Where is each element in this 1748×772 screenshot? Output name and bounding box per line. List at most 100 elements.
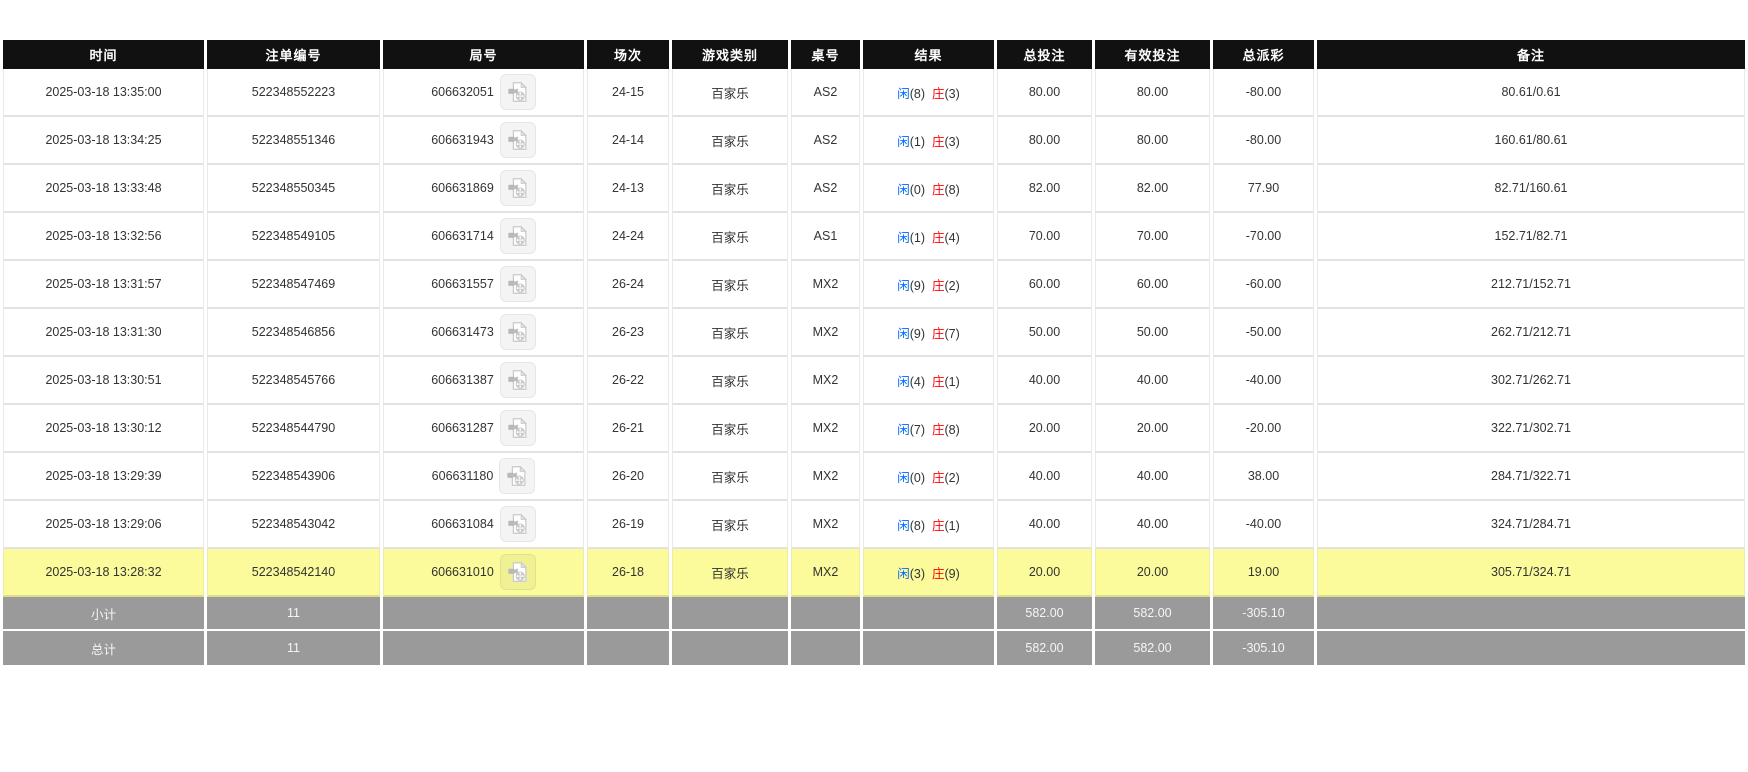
summary-empty-cell (1317, 597, 1745, 631)
cell-remark: 152.71/82.71 (1317, 213, 1745, 261)
video-replay-button[interactable] (499, 218, 536, 254)
table-row[interactable]: 2025-03-18 13:30:12 522348544790 606631287… (3, 405, 1745, 453)
result-player-score: (7) (909, 422, 925, 437)
result-player-label: 闲 (897, 182, 910, 197)
result-player-label: 闲 (897, 278, 910, 293)
video-replay-button[interactable] (499, 506, 536, 542)
result-banker-label: 庄 (932, 374, 945, 389)
result-banker-label: 庄 (932, 470, 945, 485)
cell-session: 26-23 (587, 309, 669, 357)
table-row[interactable]: 2025-03-18 13:29:39 522348543906 606631180… (3, 453, 1745, 501)
cell-result: 闲(1) 庄(3) (863, 117, 994, 165)
cell-valid-bet: 40.00 (1095, 453, 1210, 501)
cell-session: 26-20 (587, 453, 669, 501)
table-row[interactable]: 2025-03-18 13:31:30 522348546856 606631473… (3, 309, 1745, 357)
table-row[interactable]: 2025-03-18 13:30:51 522348545766 606631387… (3, 357, 1745, 405)
column-header-time: 时间 (3, 40, 204, 69)
summary-empty-cell (791, 631, 860, 665)
cell-session: 24-14 (587, 117, 669, 165)
result-player-score: (0) (909, 182, 925, 197)
table-row[interactable]: 2025-03-18 13:32:56 522348549105 606631714… (3, 213, 1745, 261)
video-replay-button[interactable] (499, 362, 536, 398)
cell-remark: 82.71/160.61 (1317, 165, 1745, 213)
video-replay-button[interactable] (499, 554, 536, 590)
table-row[interactable]: 2025-03-18 13:29:06 522348543042 606631084… (3, 501, 1745, 549)
column-header-label: 游戏类别 (701, 48, 758, 63)
summary-empty-cell (672, 597, 788, 631)
column-header-remark: 备注 (1317, 40, 1745, 69)
cell-round-id: 606631557 (383, 261, 584, 309)
cell-result: 闲(0) 庄(2) (863, 453, 994, 501)
table-row[interactable]: 2025-03-18 13:35:00 522348552223 606632051… (3, 69, 1745, 117)
column-header-total-bet: 总投注 (997, 40, 1092, 69)
video-replay-button[interactable] (499, 122, 536, 158)
round-number: 606631557 (431, 277, 494, 291)
video-replay-button[interactable] (499, 410, 536, 446)
table-row[interactable]: 2025-03-18 13:28:32 522348542140 606631010… (3, 549, 1745, 597)
cell-bet-id: 522348545766 (207, 357, 380, 405)
round-number: 606631869 (431, 181, 494, 195)
result-banker-score: (8) (944, 422, 960, 437)
round-number: 606631943 (431, 133, 494, 147)
result-banker-score: (7) (944, 326, 960, 341)
cell-round-id: 606631010 (383, 549, 584, 597)
cell-session: 26-24 (587, 261, 669, 309)
column-header-valid-bet: 有效投注 (1095, 40, 1210, 69)
result-banker-score: (2) (944, 470, 960, 485)
round-id-wrap: 606632051 (384, 74, 583, 110)
summary-total-bet: 582.00 (997, 597, 1092, 631)
video-replay-icon (508, 177, 527, 198)
round-id-wrap: 606631387 (384, 362, 583, 398)
video-replay-icon (508, 369, 527, 390)
video-replay-button[interactable] (499, 74, 536, 110)
column-header-label: 场次 (613, 48, 642, 63)
cell-time: 2025-03-18 13:29:06 (3, 501, 204, 549)
result-banker-label: 庄 (932, 326, 945, 341)
round-number: 606631180 (431, 469, 494, 483)
cell-valid-bet: 40.00 (1095, 501, 1210, 549)
video-replay-button[interactable] (499, 458, 536, 494)
cell-valid-bet: 40.00 (1095, 357, 1210, 405)
subtotal-row: 小计 11 582.00 582.00 -305.10 (3, 597, 1745, 631)
result-banker-score: (1) (944, 518, 960, 533)
column-header-label: 结果 (914, 48, 943, 63)
cell-bet-id: 522348547469 (207, 261, 380, 309)
column-header-label: 备注 (1516, 48, 1545, 63)
result-player-score: (3) (909, 566, 925, 581)
cell-time: 2025-03-18 13:31:30 (3, 309, 204, 357)
cell-table-no: AS2 (791, 165, 860, 213)
cell-total-bet: 82.00 (997, 165, 1092, 213)
cell-game-type: 百家乐 (672, 213, 788, 261)
cell-valid-bet: 20.00 (1095, 549, 1210, 597)
table-row[interactable]: 2025-03-18 13:33:48 522348550345 606631869… (3, 165, 1745, 213)
result-player-score: (1) (909, 230, 925, 245)
cell-table-no: MX2 (791, 357, 860, 405)
bet-records-table: 时间 注单编号 局号 场次 游戏类别 桌号 结果 总投注 有效投注 总派彩 备注 2025-03-1… (0, 40, 1748, 665)
cell-round-id: 606631287 (383, 405, 584, 453)
summary-empty-cell (587, 631, 669, 665)
cell-table-no: MX2 (791, 261, 860, 309)
round-id-wrap: 606631943 (384, 122, 583, 158)
summary-payout: -305.10 (1213, 631, 1314, 665)
cell-result: 闲(0) 庄(8) (863, 165, 994, 213)
summary-count: 11 (207, 631, 380, 665)
table-row[interactable]: 2025-03-18 13:31:57 522348547469 606631557… (3, 261, 1745, 309)
summary-valid-bet: 582.00 (1095, 597, 1210, 631)
table-row[interactable]: 2025-03-18 13:34:25 522348551346 606631943… (3, 117, 1745, 165)
cell-round-id: 606631714 (383, 213, 584, 261)
cell-game-type: 百家乐 (672, 501, 788, 549)
video-replay-button[interactable] (499, 170, 536, 206)
summary-empty-cell (863, 631, 994, 665)
cell-round-id: 606631473 (383, 309, 584, 357)
result-banker-label: 庄 (932, 230, 945, 245)
cell-total-bet: 60.00 (997, 261, 1092, 309)
cell-valid-bet: 80.00 (1095, 69, 1210, 117)
video-replay-button[interactable] (499, 314, 536, 350)
video-replay-button[interactable] (499, 266, 536, 302)
cell-result: 闲(9) 庄(7) (863, 309, 994, 357)
result-player-label: 闲 (897, 470, 910, 485)
cell-payout: -80.00 (1213, 69, 1314, 117)
round-id-wrap: 606631714 (384, 218, 583, 254)
round-number: 606631387 (431, 373, 494, 387)
cell-bet-id: 522348550345 (207, 165, 380, 213)
